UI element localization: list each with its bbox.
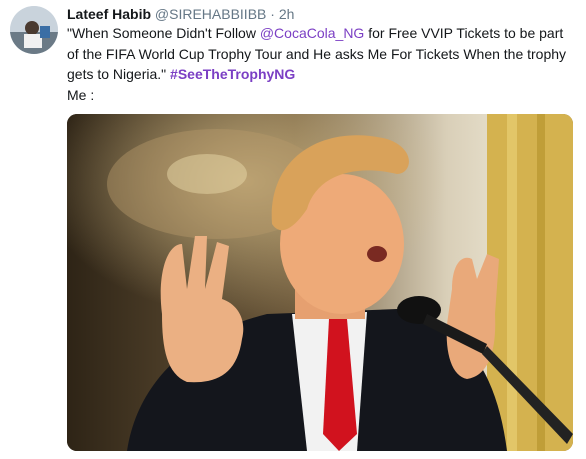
tweet-media[interactable]: [67, 114, 573, 451]
author-name[interactable]: Lateef Habib: [67, 6, 151, 22]
tweet-text-part1: "When Someone Didn't Follow: [67, 25, 260, 41]
media-photo: [67, 114, 573, 451]
author-handle[interactable]: @SIREHABBIIBB: [155, 6, 266, 22]
tweet-timestamp[interactable]: 2h: [279, 6, 295, 22]
separator-dot: ·: [270, 6, 275, 22]
hashtag-link[interactable]: #SeeTheTrophyNG: [170, 66, 295, 82]
tweet-text-last-line: Me :: [67, 86, 95, 103]
mention-link[interactable]: @CocaCola_NG: [260, 25, 364, 41]
tweet-card[interactable]: Lateef Habib @SIREHABBIIBB · 2h "When So…: [0, 0, 586, 459]
avatar-image: [10, 6, 58, 54]
avatar[interactable]: [10, 6, 58, 54]
tweet-header: Lateef Habib @SIREHABBIIBB · 2h: [67, 5, 294, 23]
tweet-text: "When Someone Didn't Follow @CocaCola_NG…: [67, 23, 572, 105]
